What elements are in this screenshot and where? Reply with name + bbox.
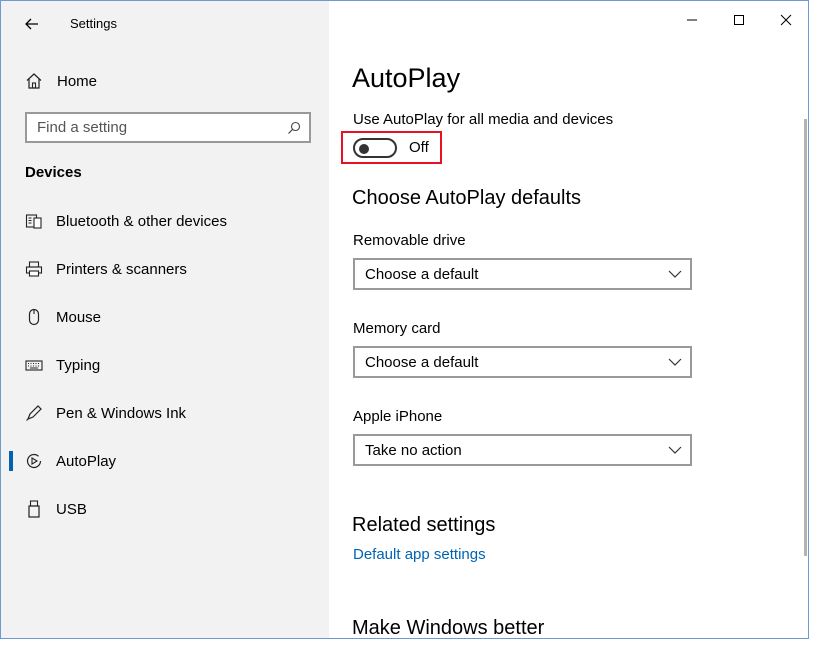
pen-icon <box>25 404 43 422</box>
sidebar-item-bluetooth[interactable]: Bluetooth & other devices <box>1 201 329 241</box>
sidebar: Settings Home Devices <box>1 1 329 638</box>
sidebar-item-label: USB <box>56 500 87 518</box>
dropdown-value: Choose a default <box>365 265 479 283</box>
window-title: Settings <box>70 16 117 31</box>
related-settings-heading: Related settings <box>352 514 496 536</box>
sidebar-item-label: Pen & Windows Ink <box>56 404 187 422</box>
page-title: AutoPlay <box>352 63 461 93</box>
sidebar-item-label: Printers & scanners <box>56 260 187 278</box>
sidebar-item-label: Typing <box>56 356 101 374</box>
section-heading-devices: Devices <box>25 164 82 181</box>
toggle-knob <box>359 143 369 154</box>
sidebar-item-printers[interactable]: Printers & scanners <box>1 249 329 289</box>
home-label: Home <box>57 72 98 90</box>
home-icon <box>26 73 42 89</box>
make-windows-better-heading: Make Windows better <box>352 617 545 639</box>
home-nav[interactable]: Home <box>19 65 97 97</box>
search-box[interactable] <box>25 112 311 143</box>
sidebar-item-mouse[interactable]: Mouse <box>1 297 329 337</box>
search-input[interactable] <box>37 119 277 136</box>
sidebar-item-usb[interactable]: USB <box>1 489 329 529</box>
memory-card-label: Memory card <box>353 320 441 337</box>
close-button[interactable] <box>763 5 808 35</box>
default-app-settings-link[interactable]: Default app settings <box>353 546 486 563</box>
maximize-icon <box>734 15 744 25</box>
sidebar-item-autoplay[interactable]: AutoPlay <box>1 441 329 481</box>
chevron-down-icon <box>668 270 682 278</box>
printer-icon <box>25 260 43 278</box>
close-icon <box>780 14 792 26</box>
sidebar-item-label: Bluetooth & other devices <box>56 212 227 230</box>
apple-iphone-label: Apple iPhone <box>353 408 443 425</box>
main-content: AutoPlay Use AutoPlay for all media and … <box>329 1 808 638</box>
autoplay-setting-label: Use AutoPlay for all media and devices <box>353 111 614 128</box>
sidebar-item-typing[interactable]: Typing <box>1 345 329 385</box>
autoplay-toggle[interactable] <box>353 137 397 158</box>
chevron-down-icon <box>668 446 682 454</box>
mouse-icon <box>25 308 43 326</box>
defaults-heading: Choose AutoPlay defaults <box>352 187 582 209</box>
maximize-button[interactable] <box>716 5 762 35</box>
minimize-icon <box>687 19 697 21</box>
autoplay-toggle-highlight: Off <box>341 131 442 164</box>
toggle-state: Off <box>409 139 429 156</box>
sidebar-item-label: AutoPlay <box>56 452 117 470</box>
sidebar-item-label: Mouse <box>56 308 102 326</box>
back-arrow-icon <box>25 18 38 30</box>
apple-iphone-dropdown[interactable]: Take no action <box>353 434 692 466</box>
removable-drive-label: Removable drive <box>353 232 466 249</box>
sidebar-item-pen[interactable]: Pen & Windows Ink <box>1 393 329 433</box>
scrollbar[interactable] <box>804 119 807 556</box>
active-indicator <box>9 451 13 471</box>
dropdown-value: Choose a default <box>365 353 479 371</box>
memory-card-dropdown[interactable]: Choose a default <box>353 346 692 378</box>
search-icon <box>288 121 301 134</box>
dropdown-value: Take no action <box>365 441 462 459</box>
settings-window: Settings Home Devices <box>0 0 809 639</box>
chevron-down-icon <box>668 358 682 366</box>
removable-drive-dropdown[interactable]: Choose a default <box>353 258 692 290</box>
bluetooth-devices-icon <box>25 212 43 230</box>
usb-icon <box>25 500 43 518</box>
keyboard-icon <box>25 356 43 374</box>
autoplay-icon <box>25 452 43 470</box>
back-button[interactable] <box>14 9 50 39</box>
minimize-button[interactable] <box>669 5 715 35</box>
